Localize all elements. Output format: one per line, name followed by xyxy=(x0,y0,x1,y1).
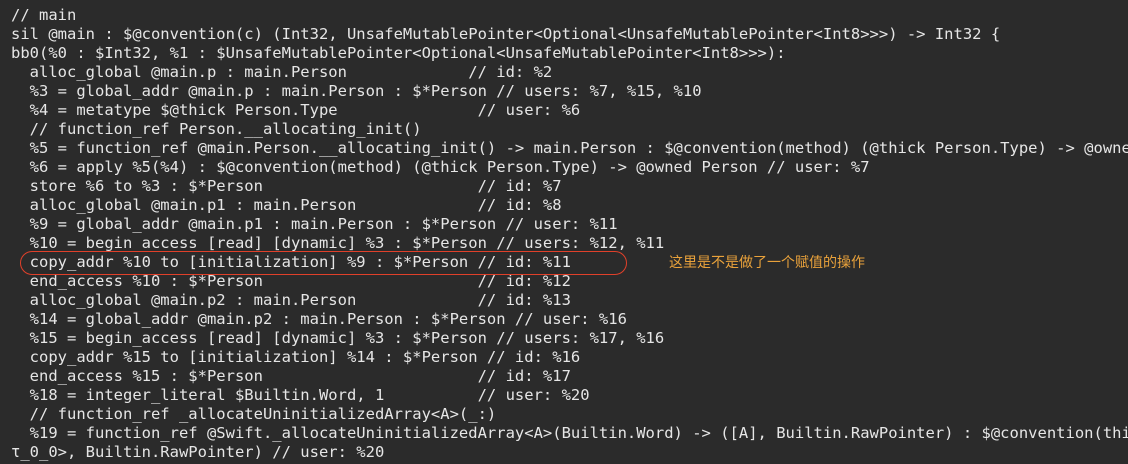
code-line-global-addr-p: %3 = global_addr @main.p : main.Person :… xyxy=(11,82,702,100)
code-line-global-addr-p1: %9 = global_addr @main.p1 : main.Person … xyxy=(11,215,618,233)
code-line-bb0: bb0(%0 : $Int32, %1 : $UnsafeMutablePoin… xyxy=(11,44,786,62)
code-line-comment-function-ref: // function_ref Person.__allocating_init… xyxy=(11,120,422,138)
code-line-alloc-global-p: alloc_global @main.p : main.Person // id… xyxy=(11,63,553,81)
code-line-integer-literal: %18 = integer_literal $Builtin.Word, 1 /… xyxy=(11,386,590,404)
code-line-store: store %6 to %3 : $*Person // id: %7 xyxy=(11,177,562,195)
code-line-wrapped-continuation: τ_0_0>, Builtin.RawPointer) // user: %20 xyxy=(11,443,385,461)
code-line-end-access-15: end_access %15 : $*Person // id: %17 xyxy=(11,367,571,385)
code-line-alloc-global-p2: alloc_global @main.p2 : main.Person // i… xyxy=(11,291,571,309)
code-line-end-access-10: end_access %10 : $*Person // id: %12 xyxy=(11,272,571,290)
annotation-note: 这里是不是做了一个赋值的操作 xyxy=(669,255,865,271)
code-line-comment-main: // main xyxy=(11,6,77,24)
code-line-sil-main-signature: sil @main : $@convention(c) (Int32, Unsa… xyxy=(11,25,1001,43)
code-line-begin-access-15: %15 = begin_access [read] [dynamic] %3 :… xyxy=(11,329,665,347)
code-line-global-addr-p2: %14 = global_addr @main.p2 : main.Person… xyxy=(11,310,627,328)
code-line-begin-access-10: %10 = begin_access [read] [dynamic] %3 :… xyxy=(11,234,665,252)
code-line-copy-addr-10: copy_addr %10 to [initialization] %9 : $… xyxy=(11,253,571,271)
code-line-function-ref-allocate-array: %19 = function_ref @Swift._allocateUnini… xyxy=(29,424,1128,442)
code-line-comment-allocate-array: // function_ref _allocateUninitializedAr… xyxy=(11,405,497,423)
terminal-window: // main sil @main : $@convention(c) (Int3… xyxy=(0,0,1128,464)
sil-code-listing: // main sil @main : $@convention(c) (Int3… xyxy=(11,6,1128,462)
code-line-metatype: %4 = metatype $@thick Person.Type // use… xyxy=(11,101,581,119)
code-line-alloc-global-p1: alloc_global @main.p1 : main.Person // i… xyxy=(11,196,562,214)
code-line-copy-addr-15: copy_addr %15 to [initialization] %14 : … xyxy=(11,348,581,366)
code-line-function-ref-init: %5 = function_ref @main.Person.__allocat… xyxy=(29,139,1128,157)
code-line-apply: %6 = apply %5(%4) : $@convention(method)… xyxy=(11,158,870,176)
